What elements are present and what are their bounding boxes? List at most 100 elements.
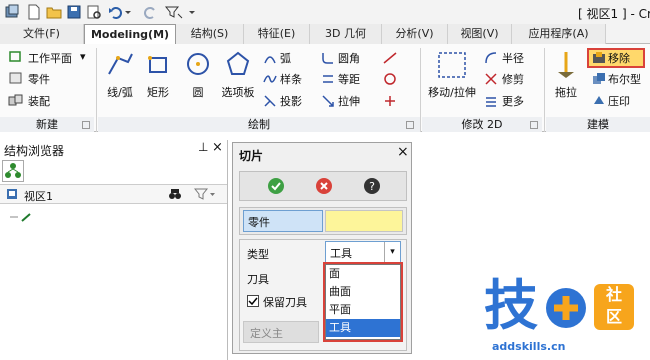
redo-icon[interactable] <box>142 4 158 20</box>
remove-icon <box>592 51 606 65</box>
open-folder-icon[interactable] <box>46 4 62 20</box>
circle-button[interactable]: 圆 <box>180 84 216 100</box>
save-icon[interactable] <box>66 4 82 20</box>
dropdown-highlight-frame <box>323 262 403 342</box>
radius-button[interactable]: 半径 <box>502 50 524 66</box>
trim-icon <box>484 72 498 86</box>
pentagon-palette-icon <box>224 50 252 78</box>
part-icon <box>8 71 24 85</box>
tool-label: 刀具 <box>247 273 269 286</box>
fillet-button[interactable]: 圆角 <box>338 50 360 66</box>
structure-tree-tab[interactable] <box>2 160 24 182</box>
binoculars-icon[interactable] <box>168 187 182 201</box>
ribbon-panel: 工作平面 ▾ 零件 装配 新建 线/弧 矩形 圆 选项板 弧 样条 投影 圆角 … <box>0 44 650 132</box>
part-selection-field[interactable] <box>325 210 403 232</box>
projection-button[interactable]: 投影 <box>280 93 302 109</box>
watermark-glyph: 技 <box>484 274 538 337</box>
more-icon <box>484 94 498 108</box>
tab-file[interactable]: 文件(F) <box>0 24 84 44</box>
keep-tool-label: 保留刀具 <box>263 296 307 309</box>
pull-button[interactable]: 拖拉 <box>548 84 584 100</box>
boolean-button[interactable]: 布尔型 <box>608 71 641 87</box>
remove-button[interactable]: 移除 <box>608 50 630 66</box>
extend-button[interactable]: 拉伸 <box>338 93 360 109</box>
quick-access-customize-icon[interactable] <box>188 4 196 20</box>
view-name: 视区1 <box>24 190 53 203</box>
print-preview-icon[interactable] <box>86 4 102 20</box>
keep-tool-checkbox[interactable] <box>247 295 259 307</box>
boolean-icon <box>592 72 606 86</box>
spline-icon <box>263 72 277 86</box>
view-row[interactable]: 视区1 <box>0 184 227 204</box>
imprint-button[interactable]: 压印 <box>608 93 630 109</box>
tab-applications[interactable]: 应用程序(A) <box>512 24 606 44</box>
watermark-community-badge: 社 区 <box>594 284 634 330</box>
pull-icon <box>554 50 578 80</box>
assembly-icon <box>8 93 24 107</box>
window-title: [ 视区1 ] - Cr <box>578 7 650 21</box>
draw-group-launcher-icon[interactable] <box>406 121 414 129</box>
spline-button[interactable]: 样条 <box>280 71 302 87</box>
tab-3d-geometry[interactable]: 3D 几何 <box>310 24 382 44</box>
structure-browser-panel: 结构浏览器 ⊥ × 视区1 <box>0 140 228 360</box>
group-divider <box>420 48 421 132</box>
line-arc-button[interactable]: 线/弧 <box>100 84 140 100</box>
arc-button[interactable]: 弧 <box>280 50 291 66</box>
construction-point-icon[interactable] <box>382 94 398 108</box>
group-label-new: 新建 <box>0 117 94 132</box>
tree-node-icon[interactable] <box>10 212 34 222</box>
construction-line-icon[interactable] <box>382 51 398 65</box>
construction-circle-icon[interactable] <box>382 72 398 86</box>
undo-dropdown-icon[interactable] <box>124 4 132 20</box>
filter-toggle-icon[interactable] <box>164 4 183 20</box>
new-file-icon[interactable] <box>26 4 42 20</box>
trim-button[interactable]: 修剪 <box>502 71 524 87</box>
move-stretch-icon <box>436 50 468 80</box>
new-part-button[interactable]: 零件 <box>28 71 50 87</box>
new-assembly-button[interactable]: 装配 <box>28 93 50 109</box>
type-select[interactable]: 工具 ▾ <box>325 241 401 263</box>
ok-icon[interactable] <box>267 177 285 195</box>
tab-view[interactable]: 视图(V) <box>448 24 512 44</box>
filter-icon[interactable] <box>194 187 216 201</box>
move-stretch-button[interactable]: 移动/拉伸 <box>422 84 482 100</box>
type-label: 类型 <box>247 248 269 261</box>
workplane-dropdown-icon[interactable]: ▾ <box>80 50 86 63</box>
tab-feature[interactable]: 特征(E) <box>244 24 310 44</box>
tab-modeling[interactable]: Modeling(M) <box>84 24 176 45</box>
workplane-icon <box>8 50 24 64</box>
watermark-site: addskills.cn <box>492 340 566 353</box>
undo-icon[interactable] <box>108 4 124 20</box>
svg-text:?: ? <box>369 180 375 193</box>
dialog-close-icon[interactable]: × <box>397 144 409 160</box>
extend-icon <box>321 94 335 108</box>
view-icon <box>6 188 18 200</box>
new-group-launcher-icon[interactable] <box>82 121 90 129</box>
new-workplane-button[interactable]: 工作平面 <box>28 50 72 66</box>
ribbon-tab-row: 文件(F) Modeling(M) 结构(S) 特征(E) 3D 几何 分析(V… <box>0 24 650 45</box>
line-arc-icon <box>106 50 134 78</box>
watermark-badge-line1: 社 <box>605 285 622 304</box>
group-label-draw: 绘制 <box>98 117 420 132</box>
title-bar: [ 视区1 ] - Cr <box>0 0 650 24</box>
offset-button[interactable]: 等距 <box>338 71 360 87</box>
tab-structure[interactable]: 结构(S) <box>176 24 244 44</box>
group-divider <box>96 48 97 132</box>
tab-analysis[interactable]: 分析(V) <box>382 24 448 44</box>
more-button[interactable]: 更多 <box>502 93 524 109</box>
pin-icon[interactable]: ⊥ <box>198 140 208 154</box>
rectangle-button[interactable]: 矩形 <box>140 84 176 100</box>
chevron-down-icon[interactable]: ▾ <box>384 242 400 262</box>
group-label-modify-2d: 修改 2D <box>422 117 542 132</box>
slice-dialog: 切片 × ? 零件 类型 工具 ▾ 刀具 保留刀具 定义主 面 曲面 平面 工具 <box>232 142 412 354</box>
modify-group-launcher-icon[interactable] <box>530 121 538 129</box>
offset-icon <box>321 72 335 86</box>
cancel-icon[interactable] <box>315 177 333 195</box>
part-label: 零件 <box>243 210 323 232</box>
watermark-logo: 技 社 区 addskills.cn <box>482 276 650 360</box>
help-icon[interactable]: ? <box>363 177 381 195</box>
structure-browser-title: 结构浏览器 <box>4 144 65 158</box>
close-panel-icon[interactable]: × <box>212 140 223 155</box>
define-main-button[interactable]: 定义主 <box>243 321 319 343</box>
palette-button[interactable]: 选项板 <box>216 84 260 100</box>
